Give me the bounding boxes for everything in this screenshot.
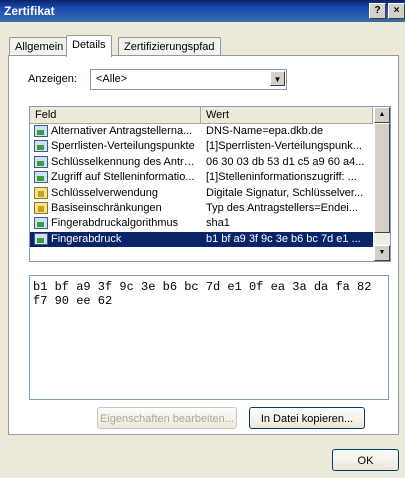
list-item[interactable]: Basiseinschränkungen Typ des Antragstell… (30, 201, 373, 216)
row-value: Digitale Signatur, Schlüsselver... (206, 186, 364, 199)
list-item[interactable]: Fingerabdruckalgorithmus sha1 (30, 216, 373, 231)
row-value: Typ des Antragstellers=Endei... (206, 201, 358, 214)
list-item[interactable]: Sperrlisten-Verteilungspunkte [1]Sperrli… (30, 139, 373, 154)
value-detail-box[interactable]: b1 bf a9 3f 9c 3e b6 bc 7d e1 0f ea 3a d… (29, 275, 389, 400)
ok-button[interactable]: OK (332, 449, 399, 471)
tab-details[interactable]: Details (66, 35, 112, 57)
help-button[interactable]: ? (369, 3, 386, 19)
column-header-field[interactable]: Feld (30, 107, 201, 123)
critical-extension-icon (34, 201, 48, 214)
row-field: Fingerabdruck (51, 232, 122, 245)
scroll-up-icon[interactable]: ▲ (374, 107, 390, 123)
row-field: Basiseinschränkungen (51, 201, 162, 214)
window-title: Zertifikat (4, 4, 55, 18)
row-field: Sperrlisten-Verteilungspunkte (51, 140, 195, 153)
close-button[interactable]: × (388, 3, 405, 19)
row-value: 06 30 03 db 53 d1 c5 a9 60 a4... (206, 155, 365, 168)
scroll-thumb[interactable] (374, 123, 390, 233)
row-field: Zugriff auf Stelleninformatio... (51, 171, 195, 184)
field-list[interactable]: Feld Wert Alternativer Antragstellerna..… (29, 106, 391, 262)
row-value: [1]Sperrlisten-Verteilungspunk... (206, 140, 362, 153)
edit-properties-button[interactable]: Eigenschaften bearbeiten... (97, 407, 237, 429)
list-item[interactable]: Schlüsselverwendung Digitale Signatur, S… (30, 186, 373, 201)
row-field: Schlüsselverwendung (51, 186, 159, 199)
certificate-field-icon (34, 155, 48, 168)
list-scrollbar[interactable]: ▲ ▼ (374, 107, 390, 261)
list-rows: Alternativer Antragstellerna... DNS-Name… (30, 124, 373, 248)
row-value: DNS-Name=epa.dkb.de (206, 125, 324, 137)
row-value: [1]Stelleninformationszugriff: ... (206, 171, 357, 184)
list-item[interactable]: Zugriff auf Stelleninformatio... [1]Stel… (30, 170, 373, 185)
show-dropdown-value: <Alle> (96, 73, 128, 85)
certificate-field-icon (34, 125, 48, 137)
property-icon (34, 217, 48, 230)
tab-general[interactable]: Allgemein (9, 37, 70, 56)
row-value: b1 bf a9 3f 9c 3e b6 bc 7d e1 ... (206, 232, 361, 245)
list-item[interactable]: Schlüsselkennung des Antra... 06 30 03 d… (30, 155, 373, 170)
show-dropdown[interactable]: <Alle> ▼ (90, 69, 287, 90)
list-item[interactable]: Alternativer Antragstellerna... DNS-Name… (30, 124, 373, 139)
chevron-down-icon[interactable]: ▼ (270, 71, 285, 86)
property-icon (34, 232, 48, 245)
row-field: Schlüsselkennung des Antra... (51, 155, 198, 168)
list-item-selected[interactable]: Fingerabdruck b1 bf a9 3f 9c 3e b6 bc 7d… (30, 231, 373, 248)
copy-to-file-button[interactable]: In Datei kopieren... (249, 407, 365, 429)
certificate-field-icon (34, 140, 48, 153)
title-bar: Zertifikat ? × (0, 0, 405, 22)
list-header: Feld Wert (30, 107, 373, 124)
critical-extension-icon (34, 186, 48, 199)
tab-certification-path[interactable]: Zertifizierungspfad (118, 37, 221, 56)
row-value: sha1 (206, 217, 230, 230)
row-field: Fingerabdruckalgorithmus (51, 217, 179, 230)
show-label: Anzeigen: (28, 73, 77, 85)
column-header-value[interactable]: Wert (201, 107, 373, 123)
certificate-field-icon (34, 171, 48, 184)
scroll-down-icon[interactable]: ▼ (374, 245, 390, 261)
row-field: Alternativer Antragstellerna... (51, 125, 193, 137)
